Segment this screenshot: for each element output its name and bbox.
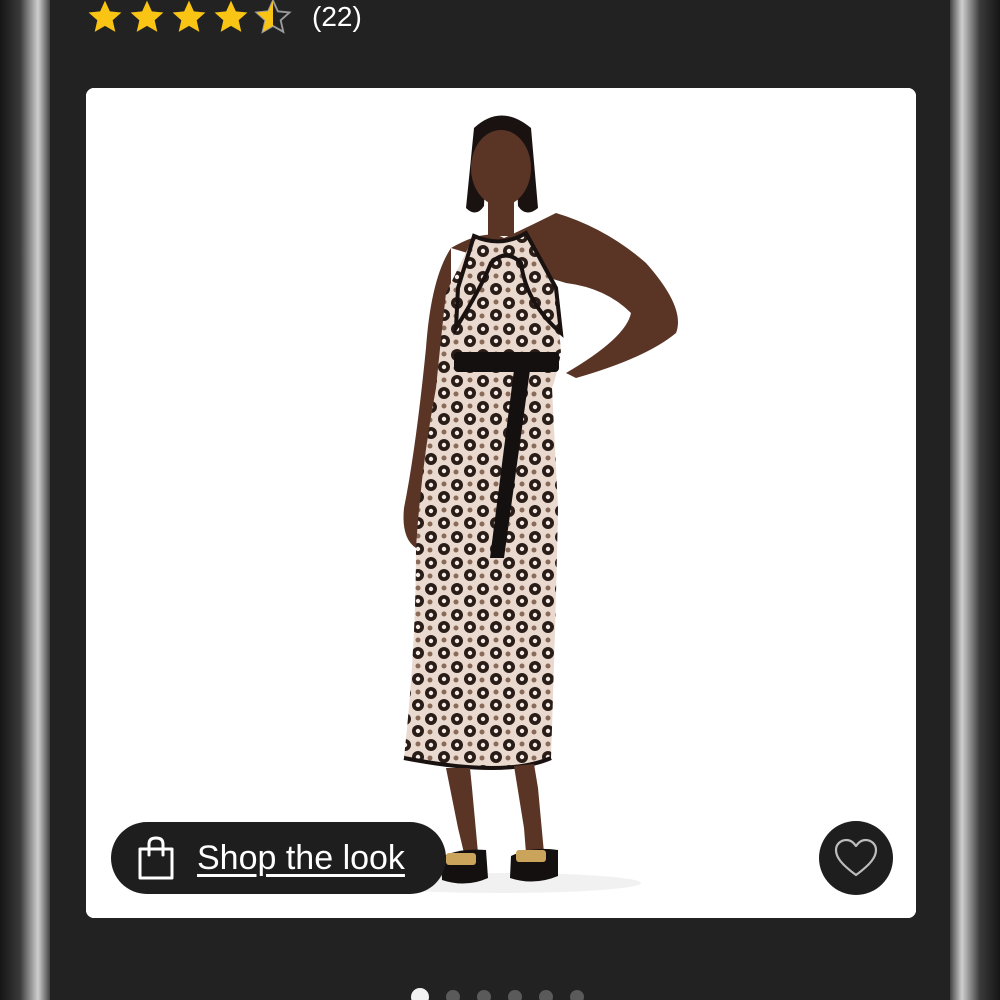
carousel-dot[interactable] bbox=[446, 990, 460, 1000]
shop-the-look-label[interactable]: Shop the look bbox=[197, 839, 405, 878]
star-icon bbox=[212, 0, 250, 35]
rating-row[interactable]: (22) bbox=[86, 0, 362, 34]
product-image-card[interactable]: Shop the look bbox=[86, 88, 916, 918]
carousel-dot[interactable] bbox=[570, 990, 584, 1000]
app-frame: (22) Shop the look bbox=[0, 0, 1000, 1000]
star-icon bbox=[86, 0, 124, 35]
favorite-button[interactable] bbox=[819, 821, 893, 895]
star-rating bbox=[86, 0, 292, 35]
carousel-dot[interactable] bbox=[539, 990, 553, 1000]
carousel-indicator[interactable] bbox=[411, 988, 584, 1000]
star-icon bbox=[170, 0, 208, 35]
shop-the-look-button[interactable]: Shop the look bbox=[111, 822, 446, 894]
carousel-dot[interactable] bbox=[411, 988, 429, 1000]
review-count[interactable]: (22) bbox=[312, 3, 362, 31]
heart-icon bbox=[834, 838, 878, 877]
carousel-dot[interactable] bbox=[508, 990, 522, 1000]
shopping-bag-icon bbox=[138, 836, 174, 880]
star-icon bbox=[128, 0, 166, 35]
carousel-dot[interactable] bbox=[477, 990, 491, 1000]
half-star-icon bbox=[254, 0, 292, 35]
product-photo bbox=[86, 88, 916, 918]
